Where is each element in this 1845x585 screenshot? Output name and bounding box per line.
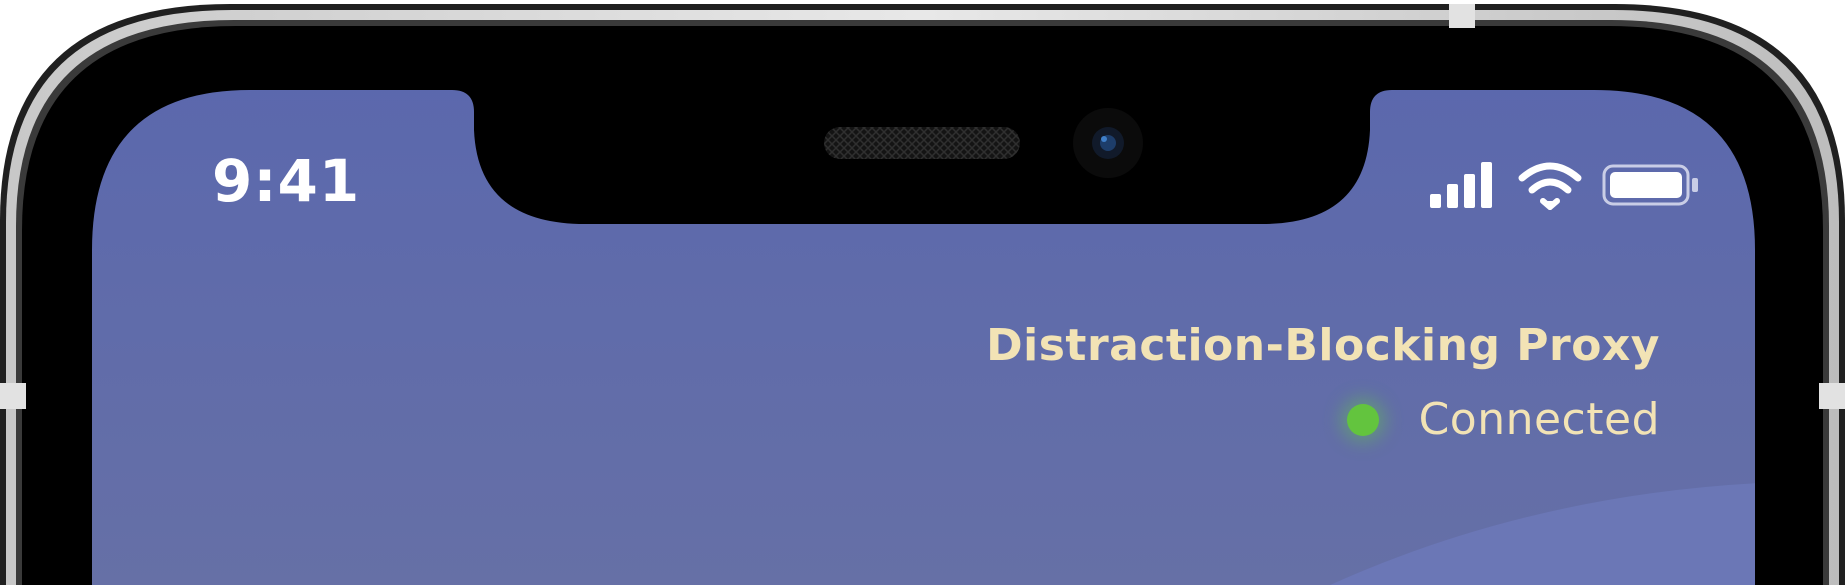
vpn-title: Distraction-Blocking Proxy (986, 320, 1660, 371)
antenna-band-top (1449, 4, 1475, 28)
antenna-band-right (1819, 383, 1845, 409)
vpn-status-widget[interactable]: Distraction-Blocking Proxy Connected (986, 318, 1660, 446)
status-bar-icons (1430, 162, 1698, 210)
phone-mockup: 9:41 Distraction-Blocking Proxy Connecte… (0, 0, 1845, 585)
connection-status-dot-icon (1346, 404, 1379, 436)
antenna-band-left (0, 383, 26, 409)
cellular-signal-icon (1430, 162, 1492, 208)
connection-status-label: Connected (1418, 394, 1660, 445)
wifi-icon (1518, 162, 1582, 210)
front-camera (1073, 108, 1143, 178)
earpiece-speaker (824, 127, 1020, 159)
phone-frame (0, 4, 1845, 585)
vpn-status-row: Connected (986, 394, 1660, 446)
status-bar-time: 9:41 (212, 147, 361, 215)
battery-icon (1602, 164, 1698, 206)
